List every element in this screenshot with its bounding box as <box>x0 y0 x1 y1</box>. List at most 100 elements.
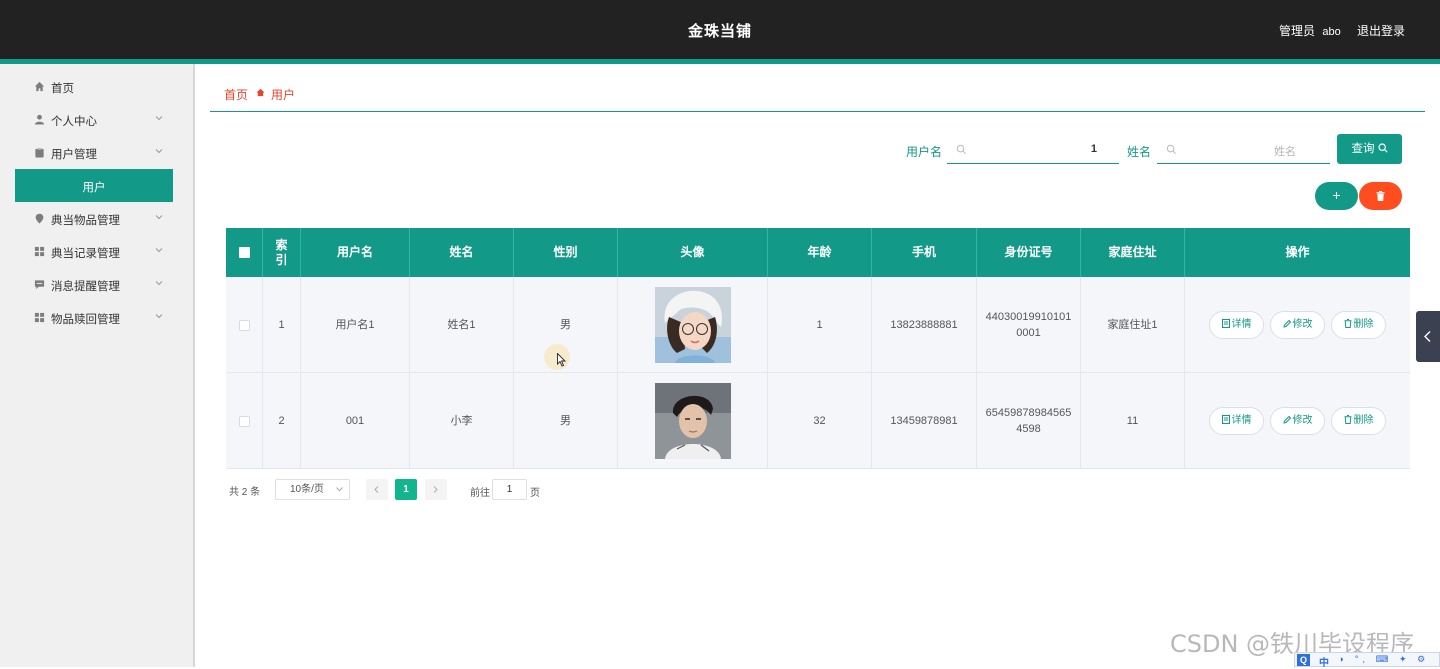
select-all-checkbox[interactable] <box>238 247 250 258</box>
cell-gender: 男 <box>514 373 618 469</box>
sidebar-item-label: 用户管理 <box>51 149 97 161</box>
detail-button-label: 详情 <box>1231 319 1252 330</box>
name-search-input[interactable]: 姓名 <box>1157 136 1330 164</box>
avatar <box>654 383 731 459</box>
app-title: 金珠当铺 <box>687 23 752 40</box>
detail-button-label: 详情 <box>1231 415 1252 426</box>
cell-username: 用户名1 <box>301 277 410 373</box>
delete-button[interactable]: 删除 <box>1331 311 1386 339</box>
row-checkbox[interactable] <box>238 319 250 331</box>
total-suffix: 条 <box>250 487 261 498</box>
trash-icon <box>1344 319 1351 328</box>
cell-avatar <box>618 373 768 469</box>
edit-button[interactable]: 修改 <box>1270 311 1325 339</box>
side-panel-toggle[interactable] <box>1416 311 1440 362</box>
name-search-placeholder: 姓名 <box>1274 146 1296 158</box>
top-header: 金珠当铺 管理员 abo 退出登录 <box>0 0 1440 59</box>
edit-icon <box>1282 319 1291 328</box>
breadcrumb: 首页 用户 <box>210 86 1425 112</box>
sidebar-item-pawn-records[interactable]: 典当记录管理 <box>0 235 193 268</box>
trash-icon <box>1344 415 1351 424</box>
query-button-label: 查询 <box>1351 143 1375 155</box>
location-icon <box>35 213 44 224</box>
row-select-cell <box>226 277 263 373</box>
detail-button[interactable]: 详情 <box>1209 311 1264 339</box>
table-header: 索引 用户名 姓名 性别 头像 年龄 手机 身份证号 家庭住址 操作 <box>226 228 1410 277</box>
username-search-value: 1 <box>1090 143 1097 155</box>
sidebar-item-home[interactable]: 首页 <box>0 70 193 103</box>
message-icon <box>34 280 45 290</box>
chevron-left-icon <box>374 486 379 493</box>
column-header-address: 家庭住址 <box>1081 228 1185 277</box>
cell-index: 1 <box>263 277 301 373</box>
column-header-name: 姓名 <box>410 228 514 277</box>
next-page-button[interactable] <box>425 479 447 500</box>
cell-name: 姓名1 <box>410 277 514 373</box>
sidebar-item-message-reminders[interactable]: 消息提醒管理 <box>0 268 193 301</box>
batch-delete-button[interactable] <box>1359 182 1402 210</box>
prev-page-button[interactable] <box>366 479 388 500</box>
username-search-input[interactable]: 1 <box>947 136 1119 164</box>
logout-link[interactable]: 退出登录 <box>1357 22 1405 39</box>
ime-tools: ◗ °, ⌨ ✦ ⚙ <box>1339 654 1430 664</box>
add-button[interactable]: + <box>1315 182 1358 210</box>
sidebar-item-personal-center[interactable]: 个人中心 <box>0 103 193 136</box>
grid-icon <box>34 246 45 257</box>
delete-button[interactable]: 删除 <box>1331 407 1386 435</box>
query-button[interactable]: 查询 <box>1337 134 1402 164</box>
total-count: 2 <box>241 487 248 498</box>
document-icon <box>1221 319 1230 328</box>
cell-id-number: 440300199101010001 <box>977 277 1081 373</box>
sidebar-item-pawn-goods[interactable]: 典当物品管理 <box>0 202 193 235</box>
goto-page-input[interactable]: 1 <box>492 479 527 500</box>
page-size-select[interactable]: 10条/页 <box>275 479 350 500</box>
column-header-phone: 手机 <box>872 228 977 277</box>
sidebar-item-label: 物品赎回管理 <box>51 314 120 326</box>
sidebar-item-label: 消息提醒管理 <box>51 281 120 293</box>
search-icon <box>956 144 966 154</box>
ime-toolbar: Q 中 ◗ °, ⌨ ✦ ⚙ <box>1294 652 1440 669</box>
goto-label: 前往 <box>470 488 490 499</box>
sidebar-item-users[interactable]: 用户 <box>15 169 173 202</box>
total-prefix: 共 <box>229 487 239 498</box>
avatar <box>654 287 731 363</box>
search-icon <box>1166 144 1176 154</box>
column-header-id-number: 身份证号 <box>977 228 1081 277</box>
cell-avatar <box>618 277 768 373</box>
chevron-down-icon <box>155 281 163 286</box>
ime-logo: Q <box>1297 654 1310 666</box>
mouse-cursor <box>544 344 570 370</box>
detail-button[interactable]: 详情 <box>1209 407 1264 435</box>
page-suffix-label: 页 <box>530 488 540 499</box>
row-checkbox[interactable] <box>238 415 250 427</box>
column-header-username: 用户名 <box>301 228 410 277</box>
table-row: 2 001 小李 男 32 13459878981 65459878984565… <box>226 373 1410 469</box>
sidebar-item-label: 典当记录管理 <box>51 248 120 260</box>
edit-button-label: 修改 <box>1292 319 1313 330</box>
sidebar-item-user-management[interactable]: 用户管理 <box>0 136 193 169</box>
username-label: abo <box>1322 26 1341 38</box>
table-row: 1 用户名1 姓名1 男 1 13823888881 4403001991010… <box>226 277 1410 373</box>
breadcrumb-home-link[interactable]: 首页 <box>224 86 248 103</box>
select-all-cell <box>226 228 263 277</box>
cell-address: 11 <box>1081 373 1185 469</box>
column-header-actions: 操作 <box>1285 245 1310 259</box>
chevron-down-icon <box>336 487 343 492</box>
chevron-down-icon <box>155 116 163 121</box>
edit-icon <box>1282 415 1291 424</box>
delete-button-label: 删除 <box>1353 415 1374 426</box>
delete-button-label: 删除 <box>1353 319 1374 330</box>
edit-button[interactable]: 修改 <box>1270 407 1325 435</box>
pagination-total: 共 2 条 <box>229 483 260 498</box>
page-number-current[interactable]: 1 <box>395 479 417 500</box>
cell-age: 1 <box>768 277 872 373</box>
sidebar-item-item-redemption[interactable]: 物品赎回管理 <box>0 301 193 334</box>
cell-index: 2 <box>263 373 301 469</box>
page-size-value: 10条/页 <box>290 484 324 495</box>
cell-phone: 13823888881 <box>872 277 977 373</box>
user-icon <box>34 114 45 125</box>
search-icon <box>1377 143 1388 153</box>
breadcrumb-current: 用户 <box>271 88 296 102</box>
current-user: 管理员 abo <box>1279 22 1341 39</box>
cell-id-number: 654598789845654598 <box>977 373 1081 469</box>
